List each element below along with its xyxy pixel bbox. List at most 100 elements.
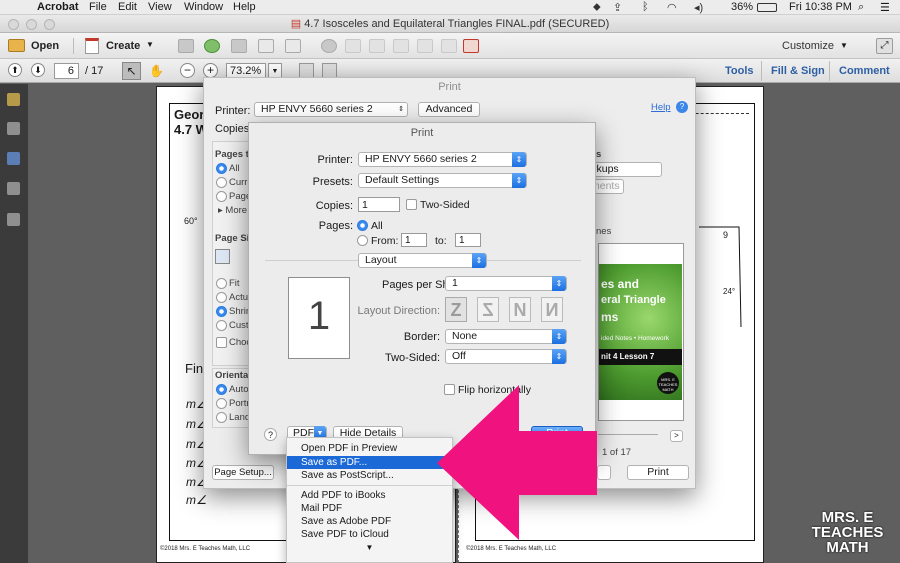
menu-help[interactable]: Help	[233, 1, 256, 13]
clock[interactable]: Fri 10:38 PM	[789, 1, 852, 13]
help-icon[interactable]: ?	[676, 101, 688, 113]
lock-icon[interactable]	[7, 93, 20, 106]
zoom-out-icon[interactable]: −	[180, 63, 195, 78]
add-page-icon[interactable]	[393, 39, 409, 53]
z-direction-icon[interactable]: Z	[445, 297, 467, 322]
size-mode-icon[interactable]	[215, 249, 230, 264]
help-link[interactable]: Help	[651, 102, 671, 113]
radio-pages[interactable]	[216, 191, 227, 202]
cancel-button-partial[interactable]	[597, 465, 611, 480]
create-button[interactable]: Create	[106, 40, 140, 52]
email-icon[interactable]	[285, 39, 301, 53]
hand-tool-icon[interactable]: ✋	[148, 62, 165, 80]
to-input[interactable]: 1	[455, 233, 481, 247]
radio-custom[interactable]	[216, 320, 227, 331]
n-direction-icon[interactable]: N	[509, 297, 531, 322]
menu-scroll-down-icon[interactable]: ▼	[287, 541, 452, 554]
app-menu[interactable]: Acrobat	[37, 1, 79, 13]
section-select[interactable]: Layout ⇕	[358, 253, 487, 268]
two-sided-checkbox[interactable]	[406, 199, 417, 210]
pages-per-sheet-select[interactable]: 1 ⇕	[445, 276, 567, 291]
select-tool-icon[interactable]: ↖	[122, 62, 141, 80]
pdf-export-icon[interactable]	[463, 39, 479, 53]
menu-item-save-as-adobe-pdf[interactable]: Save as Adobe PDF	[287, 515, 452, 528]
menu-view[interactable]: View	[148, 1, 172, 13]
menu-window[interactable]: Window	[184, 1, 223, 13]
menu-item-mail-pdf[interactable]: Mail PDF	[287, 502, 452, 515]
edit-icon[interactable]	[258, 39, 274, 53]
tab-fill-sign[interactable]: Fill & Sign	[771, 65, 825, 77]
gear-icon[interactable]	[321, 39, 337, 53]
menu-item-save-as-postscript[interactable]: Save as PostScript...	[287, 469, 452, 482]
menu-list-icon[interactable]: ☰	[880, 1, 890, 14]
radio-page-range[interactable]	[357, 235, 368, 246]
next-page-icon[interactable]: ⬇	[31, 63, 45, 77]
search-icon[interactable]: ⌕	[858, 1, 864, 14]
two-sided-select[interactable]: Off ⇕	[445, 349, 567, 364]
extract-page-icon[interactable]	[417, 39, 433, 53]
radio-auto[interactable]	[216, 384, 227, 395]
cloud-upload-icon[interactable]	[204, 39, 220, 53]
open-folder-icon[interactable]	[8, 39, 25, 52]
signature-icon[interactable]	[7, 213, 20, 226]
print-icon[interactable]	[231, 39, 247, 53]
printer-select[interactable]: HP ENVY 5660 series 2 ⇕	[254, 102, 408, 117]
attachment-icon[interactable]	[7, 182, 20, 195]
copies-input[interactable]: 1	[358, 197, 400, 212]
customize-chevron-icon[interactable]: ▼	[840, 41, 848, 50]
zoom-in-icon[interactable]: +	[203, 63, 218, 78]
menu-edit[interactable]: Edit	[118, 1, 137, 13]
reverse-z-direction-icon[interactable]: Z	[477, 297, 499, 322]
dropbox-icon[interactable]: ⬥	[593, 1, 601, 14]
page-setup-button[interactable]: Page Setup...	[212, 465, 274, 480]
comment-bubble-icon[interactable]	[345, 39, 361, 53]
wifi-icon[interactable]: ◠	[667, 1, 677, 14]
preview-slider[interactable]	[598, 434, 658, 435]
battery-icon[interactable]	[757, 3, 777, 12]
chevron-down-icon[interactable]: ▼	[146, 40, 154, 49]
bluetooth-icon[interactable]: ᛒ	[642, 1, 649, 13]
close-window-button[interactable]	[8, 19, 19, 30]
upload-icon[interactable]: ⇪	[613, 1, 622, 14]
acrobat-print-button[interactable]: Print	[627, 465, 689, 480]
tab-comment[interactable]: Comment	[839, 65, 890, 77]
previous-page-icon[interactable]: ⬆	[8, 63, 22, 77]
customize-button[interactable]: Customize	[782, 40, 834, 52]
volume-icon[interactable]: ◂)	[694, 1, 703, 14]
zoom-window-button[interactable]	[44, 19, 55, 30]
choose-paper-checkbox[interactable]	[216, 337, 227, 348]
menu-item-save-as-pdf[interactable]: Save as PDF...	[287, 456, 452, 469]
stamp-icon[interactable]	[369, 39, 385, 53]
page-thumbnails-icon[interactable]	[7, 122, 20, 135]
reverse-n-direction-icon[interactable]: N	[541, 297, 563, 322]
radio-all[interactable]	[216, 163, 227, 174]
more-options-label[interactable]: ▸ More	[218, 205, 247, 216]
save-icon[interactable]	[178, 39, 194, 53]
menu-item-add-pdf-to-ibooks[interactable]: Add PDF to iBooks	[287, 489, 452, 502]
tab-tools[interactable]: Tools	[725, 65, 754, 77]
radio-current[interactable]	[216, 177, 227, 188]
help-button[interactable]: ?	[264, 428, 277, 441]
minimize-window-button[interactable]	[26, 19, 37, 30]
menu-item-open-pdf-in-preview[interactable]: Open PDF in Preview	[287, 442, 452, 455]
next-preview-page-button[interactable]: >	[670, 430, 683, 442]
menu-file[interactable]: File	[89, 1, 107, 13]
printer-select[interactable]: HP ENVY 5660 series 2 ⇕	[358, 152, 527, 167]
border-select[interactable]: None ⇕	[445, 329, 567, 344]
radio-portrait[interactable]	[216, 398, 227, 409]
fullscreen-icon[interactable]: ⤢	[876, 38, 893, 54]
from-input[interactable]: 1	[401, 233, 427, 247]
radio-landscape[interactable]	[216, 412, 227, 423]
bookmark-icon[interactable]	[7, 152, 20, 165]
radio-actual[interactable]	[216, 292, 227, 303]
sign-icon[interactable]	[441, 39, 457, 53]
radio-all-pages[interactable]	[357, 220, 368, 231]
create-pdf-icon[interactable]	[85, 38, 99, 54]
page-number-input[interactable]: 6	[54, 63, 79, 79]
radio-fit[interactable]	[216, 278, 227, 289]
open-button[interactable]: Open	[31, 40, 59, 52]
presets-select[interactable]: Default Settings ⇕	[358, 173, 527, 188]
menu-item-save-pdf-to-icloud[interactable]: Save PDF to iCloud	[287, 528, 452, 541]
advanced-button[interactable]: Advanced	[418, 102, 480, 117]
radio-shrink[interactable]	[216, 306, 227, 317]
